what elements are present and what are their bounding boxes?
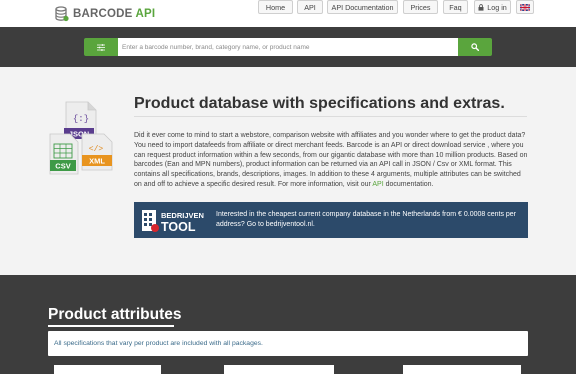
nav-prices-button[interactable]: Prices (403, 0, 438, 14)
svg-text:{:}: {:} (73, 114, 89, 124)
csv-file-icon: CSV (49, 133, 79, 175)
intro-text-end: documentation. (383, 180, 434, 188)
search-input[interactable] (118, 38, 458, 56)
xml-label: XML (89, 157, 105, 166)
nav-home-label: Home (265, 2, 286, 12)
csv-label: CSV (55, 162, 70, 171)
bedrijventool-logo: BEDRIJVEN TOOL (142, 210, 204, 233)
search-icon (471, 43, 479, 51)
language-button[interactable] (516, 0, 534, 14)
attributes-note: All specifications that vary per product… (54, 340, 263, 347)
nav-faq-button[interactable]: Faq (443, 0, 468, 14)
attribute-card (54, 365, 161, 374)
intro-text: Did it ever come to mind to start a webs… (134, 132, 528, 188)
sliders-icon (97, 43, 105, 51)
site-logo[interactable]: BARCODE API (55, 6, 155, 22)
nav-home-button[interactable]: Home (258, 0, 293, 14)
promo-logo-top: BEDRIJVEN (161, 211, 204, 220)
intro-paragraph: Did it ever come to mind to start a webs… (134, 131, 530, 190)
flag-uk-icon (520, 3, 530, 11)
title-divider (134, 116, 527, 117)
search-button[interactable] (458, 38, 492, 56)
json-file-icon: {:} JSON (64, 101, 97, 139)
logo-text-accent: API (135, 8, 156, 20)
nav-api-label: API (304, 2, 316, 12)
search-filter-button[interactable] (84, 38, 118, 56)
bedrijventool-promo-banner[interactable]: BEDRIJVEN TOOL Interested in the cheapes… (134, 202, 528, 238)
file-formats-illustration: {:} JSON CSV </> XML (49, 101, 113, 175)
database-icon (55, 6, 69, 22)
nav-prices-label: Prices (410, 2, 431, 12)
page-title: Product database with specifications and… (134, 95, 505, 112)
promo-logo-bottom: TOOL (161, 220, 196, 233)
login-button[interactable]: Log in (474, 0, 511, 14)
attribute-card (224, 365, 334, 374)
attributes-note-box: All specifications that vary per product… (48, 331, 528, 356)
product-attributes-underline (48, 325, 174, 327)
promo-text: Interested in the cheapest current compa… (216, 211, 517, 228)
login-label: Log in (487, 2, 507, 12)
top-header: BARCODE API Home API API Documentation P… (0, 0, 576, 27)
attribute-card (403, 365, 521, 374)
nav-api-documentation-button[interactable]: API Documentation (327, 0, 398, 14)
nav-api-documentation-label: API Documentation (331, 2, 394, 12)
logo-text-main: BARCODE (73, 8, 136, 20)
nav-api-button[interactable]: API (297, 0, 323, 14)
xml-file-icon: </> XML (81, 133, 113, 171)
logo-text: BARCODE API (73, 8, 155, 20)
api-documentation-link[interactable]: API (372, 181, 383, 188)
product-attributes-title: Product attributes (48, 306, 182, 323)
nav-faq-label: Faq (449, 2, 462, 12)
svg-text:</>: </> (89, 145, 104, 154)
lock-icon (478, 3, 484, 11)
